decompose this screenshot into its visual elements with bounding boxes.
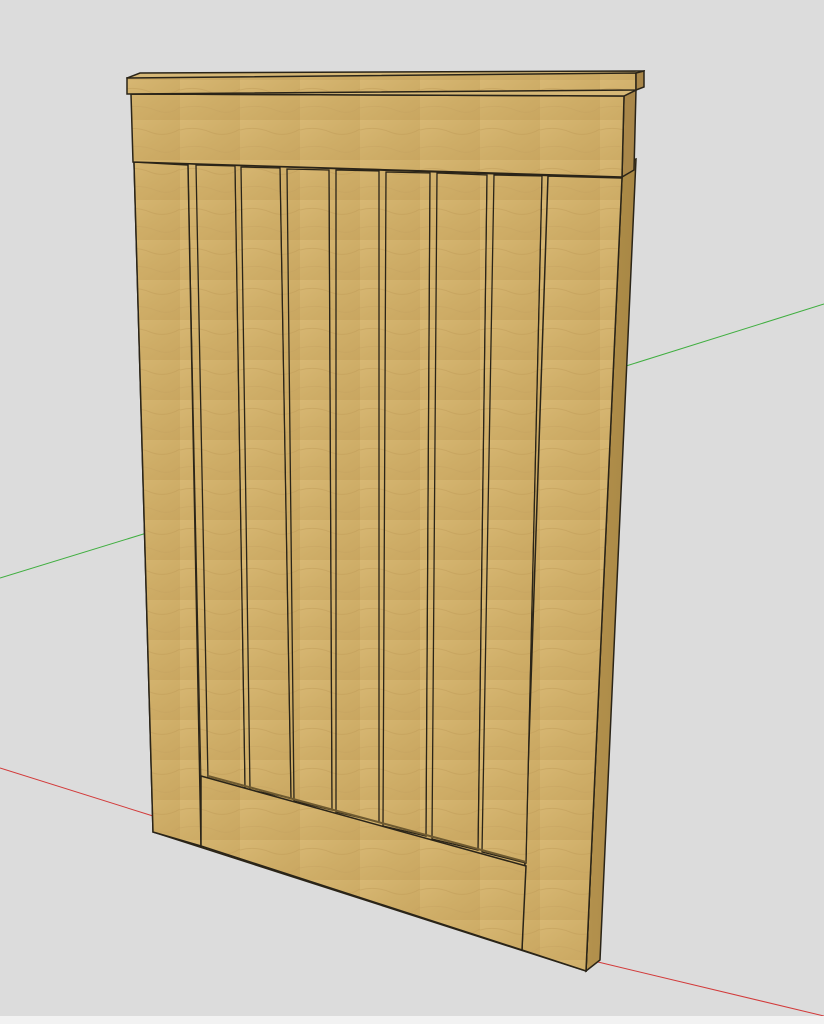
slat <box>335 169 380 823</box>
sketchup-3d-viewport[interactable] <box>0 0 824 1024</box>
status-bar-edge <box>0 1016 824 1024</box>
top-rail <box>130 93 625 178</box>
slat <box>431 172 488 851</box>
model-canvas[interactable] <box>0 0 824 1024</box>
top-cap-side <box>635 70 645 92</box>
slat <box>382 171 431 837</box>
slat <box>286 168 333 811</box>
green-axis-line <box>0 531 151 579</box>
red-axis-line-far <box>597 961 824 1017</box>
wood-panel-gate[interactable] <box>126 70 646 973</box>
green-axis-line-far <box>625 303 824 367</box>
red-axis-line <box>0 767 154 817</box>
